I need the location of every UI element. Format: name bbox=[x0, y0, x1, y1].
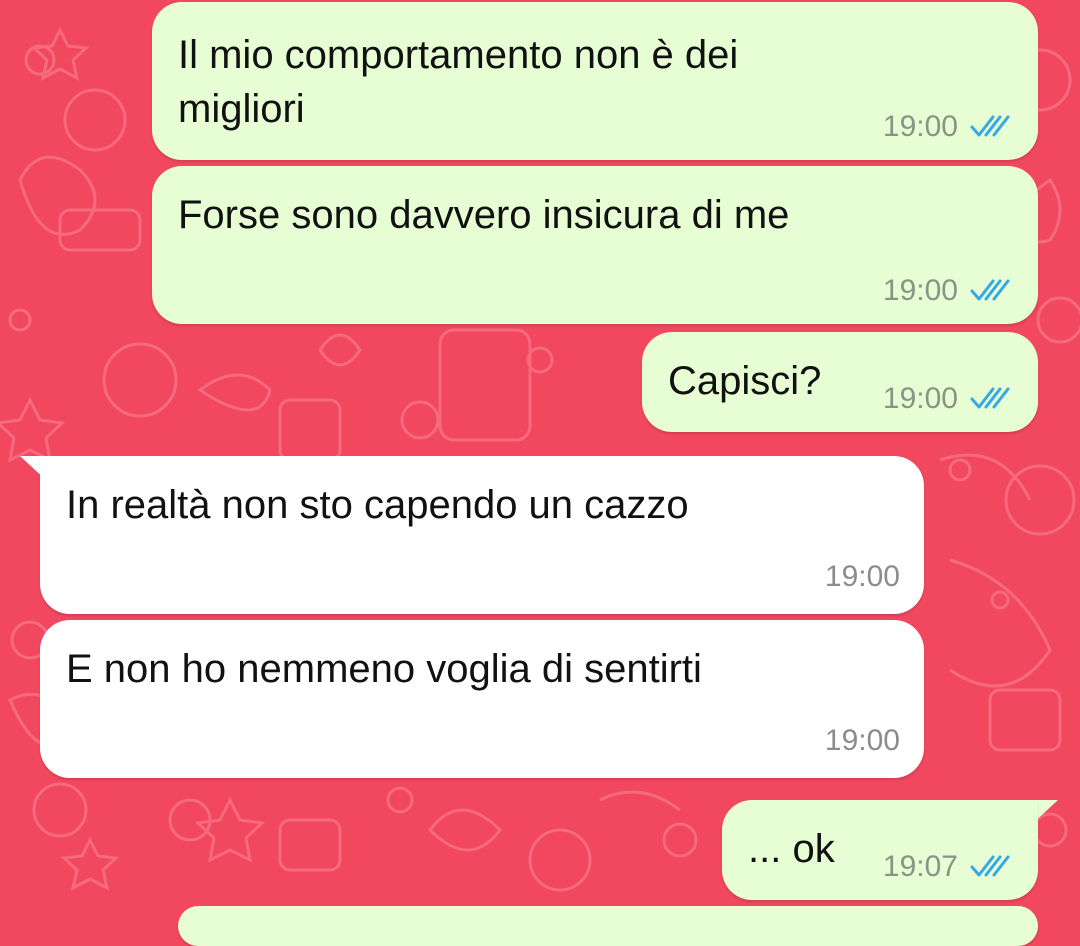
incoming-message-bubble[interactable]: In realtà non sto capendo un cazzo 19:00 bbox=[40, 456, 924, 614]
message-text: Capisci? bbox=[668, 359, 822, 403]
outgoing-message-bubble[interactable]: Il mio comportamento non è dei migliori … bbox=[152, 2, 1038, 160]
message-text: E non ho nemmeno voglia di sentirti bbox=[66, 647, 702, 691]
message-meta: 19:00 bbox=[883, 274, 1010, 308]
message-meta: 19:00 bbox=[883, 110, 1010, 144]
incoming-message-bubble[interactable]: E non ho nemmeno voglia di sentirti 19:0… bbox=[40, 620, 924, 778]
double-check-read-icon bbox=[970, 387, 1010, 409]
message-meta: 19:00 bbox=[883, 382, 1010, 416]
outgoing-message-bubble-partial bbox=[178, 906, 1038, 946]
outgoing-message-bubble[interactable]: Capisci? 19:00 bbox=[642, 332, 1038, 432]
message-time: 19:00 bbox=[882, 110, 958, 143]
double-check-read-icon bbox=[970, 115, 1010, 137]
message-meta: 19:07 bbox=[883, 850, 1010, 884]
message-time: 19:07 bbox=[882, 850, 958, 883]
message-time: 19:00 bbox=[882, 382, 958, 415]
outgoing-message-bubble[interactable]: Forse sono davvero insicura di me 19:00 bbox=[152, 166, 1038, 324]
message-time: 19:00 bbox=[824, 724, 900, 757]
message-text: ... ok bbox=[748, 827, 835, 871]
message-text: Forse sono davvero insicura di me bbox=[178, 193, 790, 237]
message-text: In realtà non sto capendo un cazzo bbox=[66, 483, 689, 527]
double-check-read-icon bbox=[970, 855, 1010, 877]
outgoing-message-bubble[interactable]: ... ok 19:07 bbox=[722, 800, 1038, 900]
message-meta: 19:00 bbox=[825, 560, 900, 594]
message-time: 19:00 bbox=[882, 274, 958, 307]
double-check-read-icon bbox=[970, 279, 1010, 301]
message-meta: 19:00 bbox=[825, 724, 900, 758]
message-time: 19:00 bbox=[824, 560, 900, 593]
message-text: Il mio comportamento non è dei migliori bbox=[178, 33, 739, 131]
